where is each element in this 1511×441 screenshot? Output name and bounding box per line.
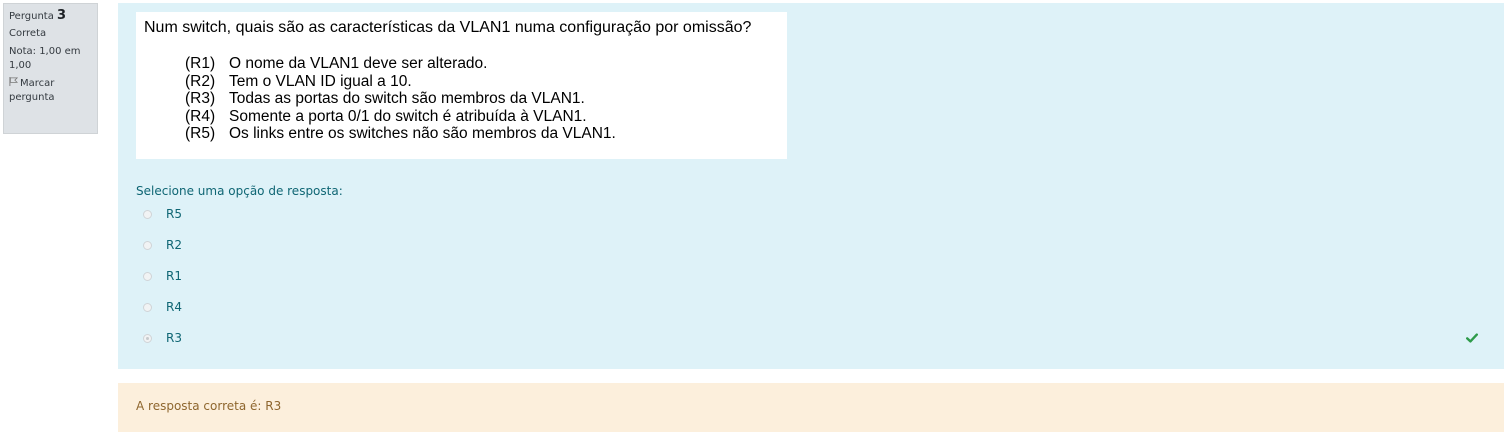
answer-option-r3[interactable]: R3 xyxy=(143,328,182,348)
question-state: Correta xyxy=(9,28,47,39)
statement-text: Todas as portas do switch são membros da… xyxy=(229,90,585,107)
answer-label: R1 xyxy=(166,269,182,283)
radio-button[interactable] xyxy=(143,302,152,312)
statement-label: (R5) xyxy=(185,125,216,142)
question-prefix: Pergunta xyxy=(9,11,54,22)
radio-button[interactable] xyxy=(143,209,152,219)
radio-button[interactable] xyxy=(143,240,152,250)
statement-label: (R2) xyxy=(185,72,216,90)
statement-r5: (R5) Os links entre os switches não são m… xyxy=(185,125,616,143)
statement-text: O nome da VLAN1 deve ser alterado. xyxy=(229,55,488,72)
answer-label: R3 xyxy=(166,331,182,345)
statement-label: (R1) xyxy=(185,55,216,72)
statement-r4: (R4) Somente a porta 0/1 do switch é atri… xyxy=(185,108,616,126)
statement-label: (R4) xyxy=(185,107,216,125)
feedback-panel: A resposta correta é: R3 xyxy=(118,383,1504,432)
correct-answer-text: A resposta correta é: R3 xyxy=(136,399,282,413)
statement-label: (R3) xyxy=(185,90,216,107)
question-title: Num switch, quais são as características… xyxy=(144,19,752,36)
answer-option-r1[interactable]: R1 xyxy=(143,266,182,286)
answer-label: R2 xyxy=(166,238,182,252)
question-statements: (R1) O nome da VLAN1 deve ser alterado. (… xyxy=(185,55,616,143)
statement-r2: (R2) Tem o VLAN ID igual a 10. xyxy=(185,73,616,91)
answer-prompt: Selecione uma opção de resposta: xyxy=(136,184,343,198)
statement-text: Tem o VLAN ID igual a 10. xyxy=(229,72,412,90)
question-info-panel: Pergunta 3 Correta Nota: 1,00 em 1,00 Ma… xyxy=(3,3,98,134)
question-number-line: Pergunta 3 xyxy=(9,9,93,24)
question-number: 3 xyxy=(57,8,67,23)
question-content: Num switch, quais são as características… xyxy=(118,3,1504,369)
check-icon xyxy=(1466,329,1478,343)
radio-button[interactable] xyxy=(143,271,152,281)
statement-r3: (R3) Todas as portas do switch são membro… xyxy=(185,90,616,108)
statement-r1: (R1) O nome da VLAN1 deve ser alterado. xyxy=(185,55,616,73)
statement-text: Os links entre os switches não são membr… xyxy=(229,125,616,142)
radio-button-selected[interactable] xyxy=(143,333,152,343)
flag-icon xyxy=(9,77,19,91)
question-grade: Nota: 1,00 em 1,00 xyxy=(9,46,81,71)
answer-label: R4 xyxy=(166,300,182,314)
question-image: Num switch, quais são as características… xyxy=(136,12,787,159)
answer-option-r2[interactable]: R2 xyxy=(143,235,182,255)
answer-option-r4[interactable]: R4 xyxy=(143,297,182,317)
flag-question-link[interactable]: Marcar pergunta xyxy=(9,77,93,105)
answer-option-r5[interactable]: R5 xyxy=(143,204,182,224)
answer-label: R5 xyxy=(166,207,182,221)
statement-text: Somente a porta 0/1 do switch é atribuíd… xyxy=(229,107,587,125)
